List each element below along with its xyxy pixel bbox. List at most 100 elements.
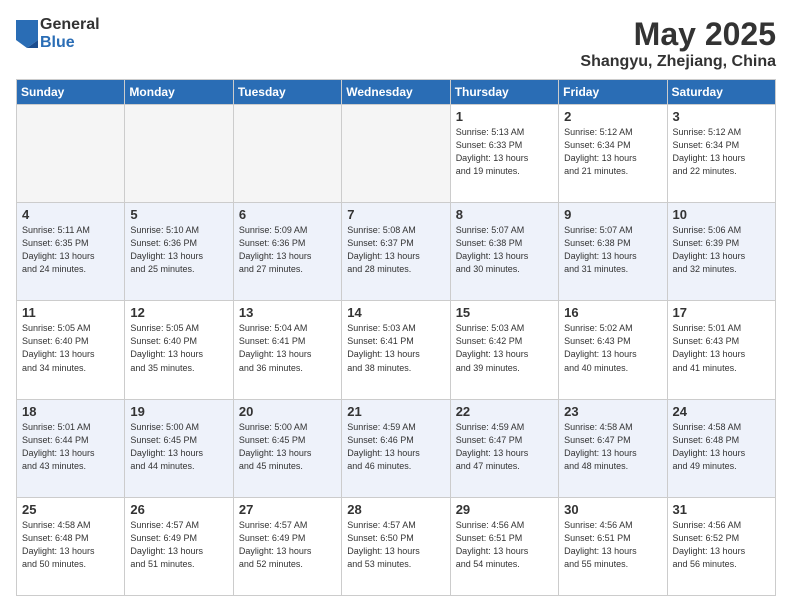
calendar-cell: 31 Sunrise: 4:56 AM Sunset: 6:52 PM Dayli… — [667, 497, 775, 595]
day-number: 22 — [456, 404, 553, 419]
calendar-cell: 12 Sunrise: 5:05 AM Sunset: 6:40 PM Dayli… — [125, 301, 233, 399]
calendar-week-row: 4 Sunrise: 5:11 AM Sunset: 6:35 PM Daylig… — [17, 203, 776, 301]
calendar-cell: 30 Sunrise: 4:56 AM Sunset: 6:51 PM Dayli… — [559, 497, 667, 595]
calendar-cell: 24Sunrise: 4:58 AM Sunset: 6:48 PM Dayli… — [667, 399, 775, 497]
day-number: 6 — [239, 207, 336, 222]
calendar-cell — [17, 105, 125, 203]
day-info: Sunrise: 5:11 AM Sunset: 6:35 PM Dayligh… — [22, 224, 119, 276]
logo-icon — [16, 20, 38, 48]
day-info: Sunrise: 4:56 AM Sunset: 6:52 PM Dayligh… — [673, 519, 770, 571]
calendar-cell: 16 Sunrise: 5:02 AM Sunset: 6:43 PM Dayli… — [559, 301, 667, 399]
day-info: Sunrise: 5:13 AM Sunset: 6:33 PM Dayligh… — [456, 126, 553, 178]
day-number: 9 — [564, 207, 661, 222]
calendar-cell: 9 Sunrise: 5:07 AM Sunset: 6:38 PM Daylig… — [559, 203, 667, 301]
calendar-cell: 5 Sunrise: 5:10 AM Sunset: 6:36 PM Daylig… — [125, 203, 233, 301]
day-info: Sunrise: 4:56 AM Sunset: 6:51 PM Dayligh… — [456, 519, 553, 571]
calendar-cell: 29 Sunrise: 4:56 AM Sunset: 6:51 PM Dayli… — [450, 497, 558, 595]
calendar-cell: 10Sunrise: 5:06 AM Sunset: 6:39 PM Dayli… — [667, 203, 775, 301]
day-info: Sunrise: 5:05 AM Sunset: 6:40 PM Dayligh… — [130, 322, 227, 374]
day-number: 4 — [22, 207, 119, 222]
day-info: Sunrise: 5:00 AM Sunset: 6:45 PM Dayligh… — [130, 421, 227, 473]
day-info: Sunrise: 5:06 AM Sunset: 6:39 PM Dayligh… — [673, 224, 770, 276]
logo-general-text: General — [40, 16, 100, 34]
page: General Blue May 2025 Shangyu, Zhejiang,… — [0, 0, 792, 612]
calendar-cell — [125, 105, 233, 203]
calendar-cell: 14 Sunrise: 5:03 AM Sunset: 6:41 PM Dayli… — [342, 301, 450, 399]
day-info: Sunrise: 5:01 AM Sunset: 6:44 PM Dayligh… — [22, 421, 119, 473]
day-info: Sunrise: 5:03 AM Sunset: 6:42 PM Dayligh… — [456, 322, 553, 374]
day-number: 27 — [239, 502, 336, 517]
day-number: 2 — [564, 109, 661, 124]
day-info: Sunrise: 4:58 AM Sunset: 6:48 PM Dayligh… — [22, 519, 119, 571]
day-number: 14 — [347, 305, 444, 320]
day-number: 1 — [456, 109, 553, 124]
day-number: 17 — [673, 305, 770, 320]
logo-text: General Blue — [40, 16, 100, 51]
day-number: 29 — [456, 502, 553, 517]
calendar-cell: 21 Sunrise: 4:59 AM Sunset: 6:46 PM Dayli… — [342, 399, 450, 497]
calendar-header-tuesday: Tuesday — [233, 80, 341, 105]
calendar-cell: 15 Sunrise: 5:03 AM Sunset: 6:42 PM Dayli… — [450, 301, 558, 399]
day-info: Sunrise: 5:12 AM Sunset: 6:34 PM Dayligh… — [673, 126, 770, 178]
day-number: 13 — [239, 305, 336, 320]
calendar-cell: 8Sunrise: 5:07 AM Sunset: 6:38 PM Daylig… — [450, 203, 558, 301]
calendar-header-wednesday: Wednesday — [342, 80, 450, 105]
day-number: 15 — [456, 305, 553, 320]
day-number: 31 — [673, 502, 770, 517]
day-number: 24 — [673, 404, 770, 419]
calendar-cell — [342, 105, 450, 203]
day-number: 7 — [347, 207, 444, 222]
calendar-cell: 19 Sunrise: 5:00 AM Sunset: 6:45 PM Dayli… — [125, 399, 233, 497]
day-info: Sunrise: 4:59 AM Sunset: 6:47 PM Dayligh… — [456, 421, 553, 473]
day-info: Sunrise: 5:07 AM Sunset: 6:38 PM Dayligh… — [456, 224, 553, 276]
calendar-cell: 28 Sunrise: 4:57 AM Sunset: 6:50 PM Dayli… — [342, 497, 450, 595]
day-info: Sunrise: 5:07 AM Sunset: 6:38 PM Dayligh… — [564, 224, 661, 276]
day-info: Sunrise: 4:56 AM Sunset: 6:51 PM Dayligh… — [564, 519, 661, 571]
calendar-header-row: SundayMondayTuesdayWednesdayThursdayFrid… — [17, 80, 776, 105]
calendar-cell: 23Sunrise: 4:58 AM Sunset: 6:47 PM Dayli… — [559, 399, 667, 497]
title-location: Shangyu, Zhejiang, China — [580, 53, 776, 71]
day-info: Sunrise: 5:08 AM Sunset: 6:37 PM Dayligh… — [347, 224, 444, 276]
day-info: Sunrise: 4:57 AM Sunset: 6:50 PM Dayligh… — [347, 519, 444, 571]
day-info: Sunrise: 4:57 AM Sunset: 6:49 PM Dayligh… — [130, 519, 227, 571]
day-number: 21 — [347, 404, 444, 419]
calendar-cell: 22 Sunrise: 4:59 AM Sunset: 6:47 PM Dayli… — [450, 399, 558, 497]
day-number: 11 — [22, 305, 119, 320]
calendar-header-thursday: Thursday — [450, 80, 558, 105]
calendar-header-monday: Monday — [125, 80, 233, 105]
day-number: 23 — [564, 404, 661, 419]
day-number: 28 — [347, 502, 444, 517]
day-info: Sunrise: 5:03 AM Sunset: 6:41 PM Dayligh… — [347, 322, 444, 374]
calendar-week-row: 18 Sunrise: 5:01 AM Sunset: 6:44 PM Dayli… — [17, 399, 776, 497]
calendar-cell: 13 Sunrise: 5:04 AM Sunset: 6:41 PM Dayli… — [233, 301, 341, 399]
day-info: Sunrise: 5:02 AM Sunset: 6:43 PM Dayligh… — [564, 322, 661, 374]
title-month: May 2025 — [580, 16, 776, 53]
logo-blue-text: Blue — [40, 34, 100, 52]
calendar-cell: 4 Sunrise: 5:11 AM Sunset: 6:35 PM Daylig… — [17, 203, 125, 301]
calendar-cell — [233, 105, 341, 203]
day-number: 12 — [130, 305, 227, 320]
calendar-cell: 11 Sunrise: 5:05 AM Sunset: 6:40 PM Dayli… — [17, 301, 125, 399]
day-info: Sunrise: 5:05 AM Sunset: 6:40 PM Dayligh… — [22, 322, 119, 374]
calendar-week-row: 11 Sunrise: 5:05 AM Sunset: 6:40 PM Dayli… — [17, 301, 776, 399]
day-info: Sunrise: 5:09 AM Sunset: 6:36 PM Dayligh… — [239, 224, 336, 276]
calendar-week-row: 25Sunrise: 4:58 AM Sunset: 6:48 PM Dayli… — [17, 497, 776, 595]
day-info: Sunrise: 5:00 AM Sunset: 6:45 PM Dayligh… — [239, 421, 336, 473]
day-number: 16 — [564, 305, 661, 320]
day-info: Sunrise: 5:10 AM Sunset: 6:36 PM Dayligh… — [130, 224, 227, 276]
day-number: 5 — [130, 207, 227, 222]
day-number: 20 — [239, 404, 336, 419]
day-info: Sunrise: 4:57 AM Sunset: 6:49 PM Dayligh… — [239, 519, 336, 571]
calendar-table: SundayMondayTuesdayWednesdayThursdayFrid… — [16, 79, 776, 596]
day-info: Sunrise: 5:04 AM Sunset: 6:41 PM Dayligh… — [239, 322, 336, 374]
calendar-cell: 27 Sunrise: 4:57 AM Sunset: 6:49 PM Dayli… — [233, 497, 341, 595]
day-number: 19 — [130, 404, 227, 419]
day-number: 3 — [673, 109, 770, 124]
calendar-cell: 25Sunrise: 4:58 AM Sunset: 6:48 PM Dayli… — [17, 497, 125, 595]
day-info: Sunrise: 4:59 AM Sunset: 6:46 PM Dayligh… — [347, 421, 444, 473]
day-number: 26 — [130, 502, 227, 517]
day-info: Sunrise: 5:12 AM Sunset: 6:34 PM Dayligh… — [564, 126, 661, 178]
day-number: 30 — [564, 502, 661, 517]
calendar-cell: 17Sunrise: 5:01 AM Sunset: 6:43 PM Dayli… — [667, 301, 775, 399]
day-number: 18 — [22, 404, 119, 419]
